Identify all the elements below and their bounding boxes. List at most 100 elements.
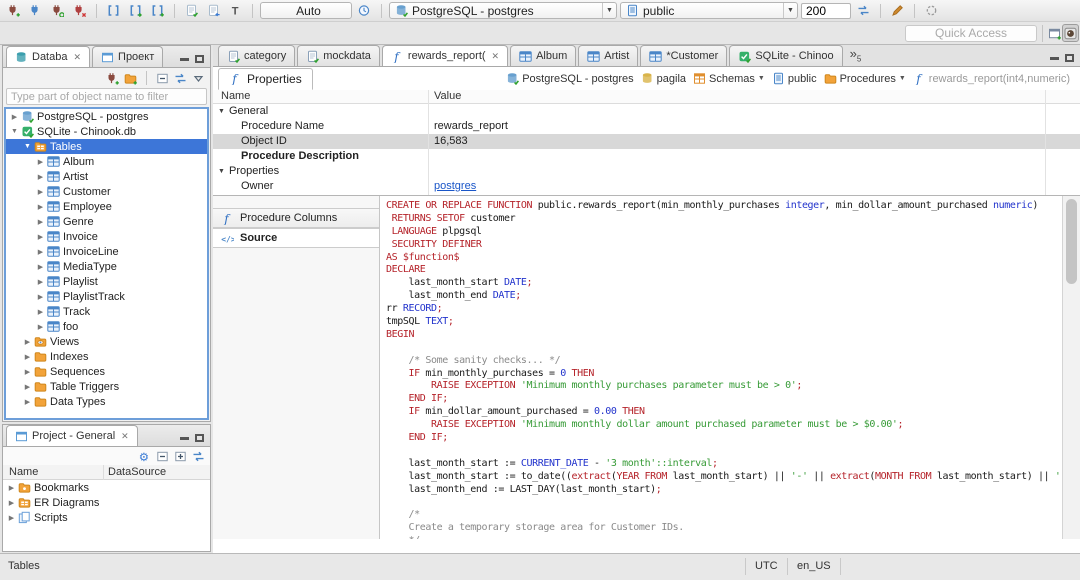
tree-item-data-types[interactable]: ▶ Data Types [6, 394, 207, 409]
minimize-icon[interactable] [1050, 56, 1059, 60]
grid-row-object-id[interactable]: Object ID 16,583 [213, 134, 1080, 149]
breadcrumb-item-schemas[interactable]: Schemas ▼ [693, 72, 765, 85]
expander-collapsed-icon[interactable]: ▶ [34, 293, 47, 301]
view-menu-button[interactable] [192, 72, 205, 85]
editor-tab-album[interactable]: Album [510, 45, 577, 66]
tab-properties[interactable]: f Properties [218, 67, 313, 90]
lasso-button[interactable] [922, 3, 941, 18]
tree-item-sqlite-chinook-db[interactable]: ▼ SQLite - Chinook.db [6, 124, 207, 139]
tree-item-genre[interactable]: ▶ Genre [6, 214, 207, 229]
expander-collapsed-icon[interactable]: ▶ [34, 158, 47, 166]
tab-databa[interactable]: Databa ✕ [6, 46, 91, 67]
grid-row-general[interactable]: ▼ General [213, 104, 1080, 119]
caret-down-icon[interactable]: ▼ [899, 75, 906, 82]
expander-expanded-icon[interactable]: ▼ [8, 128, 21, 135]
tab-overflow-indicator[interactable]: »5 [845, 46, 867, 66]
expander-collapsed-icon[interactable]: ▶ [34, 248, 47, 256]
editor-tab-artist[interactable]: Artist [578, 45, 639, 66]
locale-indicator[interactable]: en_US [788, 558, 841, 575]
expander-expanded-icon[interactable]: ▼ [218, 104, 225, 119]
expander-collapsed-icon[interactable]: ▶ [5, 514, 18, 522]
dbeaver-perspective-button[interactable] [1062, 24, 1079, 42]
side-tab-procedure-columns[interactable]: f Procedure Columns [213, 208, 379, 228]
tree-item-employee[interactable]: ▶ Employee [6, 199, 207, 214]
grid-row-procedure-name[interactable]: Procedure Name rewards_report [213, 119, 1080, 134]
side-tab-source[interactable]: </> Source [213, 228, 379, 248]
disconnect-button[interactable] [70, 3, 89, 18]
expander-collapsed-icon[interactable]: ▶ [21, 398, 34, 406]
expander-collapsed-icon[interactable]: ▶ [34, 188, 47, 196]
editor-tab-category[interactable]: category [218, 45, 296, 66]
connect-button[interactable] [26, 3, 45, 18]
collapse-all-button[interactable] [156, 450, 169, 463]
editor-tab--customer[interactable]: *Customer [640, 45, 728, 66]
project-settings-button[interactable]: ⚙ [138, 450, 151, 463]
open-perspective-button[interactable] [1046, 24, 1063, 42]
expand-all-button[interactable] [174, 450, 187, 463]
recent-sql-editor-button[interactable] [126, 3, 145, 18]
minimize-icon[interactable] [180, 57, 189, 61]
project-tree[interactable]: ▶ Bookmarks ▶ ER Diagrams ▶ Scripts [3, 480, 210, 525]
maximize-icon[interactable] [195, 434, 204, 442]
maximize-icon[interactable] [195, 55, 204, 63]
project-item-scripts[interactable]: ▶ Scripts [3, 510, 210, 525]
format-button[interactable] [888, 3, 907, 18]
link-with-editor-button[interactable] [174, 72, 187, 85]
expander-expanded-icon[interactable]: ▼ [218, 164, 225, 179]
collapse-all-button[interactable] [156, 72, 169, 85]
fetch-size-input[interactable] [801, 2, 851, 19]
code-scrollbar[interactable] [1062, 196, 1080, 539]
link-with-editor-button[interactable] [192, 450, 205, 463]
owner-link[interactable]: postgres [434, 179, 476, 194]
new-sql-editor-button[interactable] [148, 3, 167, 18]
history-button[interactable] [355, 3, 374, 18]
tree-item-artist[interactable]: ▶ Artist [6, 169, 207, 184]
expander-collapsed-icon[interactable]: ▶ [34, 278, 47, 286]
expander-collapsed-icon[interactable]: ▶ [5, 499, 18, 507]
tree-item-invoice[interactable]: ▶ Invoice [6, 229, 207, 244]
breadcrumb-item-pagila[interactable]: pagila [641, 72, 686, 85]
rollback-button[interactable] [204, 3, 223, 18]
expander-collapsed-icon[interactable]: ▶ [34, 218, 47, 226]
editor-tab-mockdata[interactable]: mockdata [297, 45, 380, 66]
tree-item-foo[interactable]: ▶ foo [6, 319, 207, 334]
column-name[interactable]: Name [9, 466, 38, 478]
expander-collapsed-icon[interactable]: ▶ [21, 383, 34, 391]
maximize-icon[interactable] [1065, 54, 1074, 62]
expander-collapsed-icon[interactable]: ▶ [21, 338, 34, 346]
expander-collapsed-icon[interactable]: ▶ [34, 173, 47, 181]
tab-проект[interactable]: Проект [92, 46, 164, 67]
expander-collapsed-icon[interactable]: ▶ [8, 113, 21, 121]
quick-access-input[interactable]: Quick Access [905, 25, 1037, 42]
transaction-mode-select[interactable]: Auto [260, 2, 352, 19]
transaction-log-button[interactable]: T [226, 3, 245, 18]
schema-select[interactable]: public ▼ [620, 2, 798, 19]
object-filter-input[interactable] [6, 88, 207, 105]
grid-row-properties[interactable]: ▼ Properties [213, 164, 1080, 179]
timezone-indicator[interactable]: UTC [745, 558, 788, 575]
tree-item-tables[interactable]: ▼ Tables [6, 139, 207, 154]
caret-down-icon[interactable]: ▼ [758, 75, 765, 82]
expander-collapsed-icon[interactable]: ▶ [34, 233, 47, 241]
scrollbar-thumb[interactable] [1066, 199, 1077, 284]
expander-collapsed-icon[interactable]: ▶ [34, 308, 47, 316]
tree-item-postgresql-postgres[interactable]: ▶ PostgreSQL - postgres [6, 109, 207, 124]
tree-item-album[interactable]: ▶ Album [6, 154, 207, 169]
breadcrumb-item-rewards-report-int4-numeric-[interactable]: f rewards_report(int4,numeric) [913, 72, 1070, 85]
tree-item-views[interactable]: ▶ Views [6, 334, 207, 349]
sql-editor-button[interactable] [104, 3, 123, 18]
expander-collapsed-icon[interactable]: ▶ [34, 203, 47, 211]
expander-collapsed-icon[interactable]: ▶ [34, 323, 47, 331]
grid-column-name[interactable]: Name [221, 90, 250, 102]
tree-item-indexes[interactable]: ▶ Indexes [6, 349, 207, 364]
expander-collapsed-icon[interactable]: ▶ [5, 484, 18, 492]
editor-tab-rewards-report-[interactable]: f rewards_report(✕ [381, 45, 509, 66]
expander-expanded-icon[interactable]: ▼ [21, 143, 34, 150]
editor-tab-sqlite-chinoo[interactable]: SQLite - Chinoo [729, 45, 843, 66]
database-tree[interactable]: ▶ PostgreSQL - postgres ▼ SQLite - Chinook.… [4, 107, 209, 420]
expander-collapsed-icon[interactable]: ▶ [21, 353, 34, 361]
tree-item-table-triggers[interactable]: ▶ Table Triggers [6, 379, 207, 394]
reconnect-button[interactable] [48, 3, 67, 18]
expander-collapsed-icon[interactable]: ▶ [34, 263, 47, 271]
tree-item-customer[interactable]: ▶ Customer [6, 184, 207, 199]
